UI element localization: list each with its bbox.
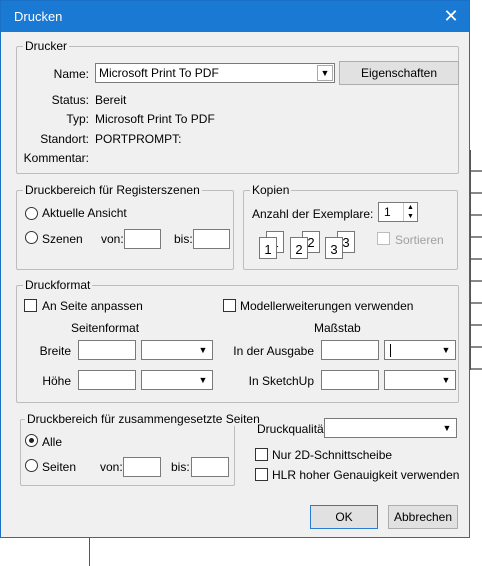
print-quality-select[interactable]: ▼ [324,418,457,438]
width-input[interactable] [78,340,136,360]
scale-heading: Maßstab [314,321,361,335]
type-label: Typ: [66,112,89,126]
close-icon[interactable]: ✕ [437,5,465,27]
dialog-title: Drucken [14,9,63,24]
chevron-down-icon: ▼ [442,423,452,433]
title-bar: Drucken ✕ [1,1,469,32]
status-label: Status: [51,93,89,107]
height-input[interactable] [78,370,136,390]
scene-range-legend: Druckbereich für Registerszenen [23,183,202,197]
location-label: Standort: [40,132,89,146]
page-1-front: 1 [259,237,277,259]
scene-from-label: von: [101,232,124,246]
width-label: Breite [39,344,71,358]
chevron-down-icon: ▼ [317,65,333,81]
tile-2d-checkbox[interactable] [255,448,268,461]
hlr-checkbox[interactable] [255,468,268,481]
all-pages-label: Alle [42,435,63,449]
collate-label: Sortieren [395,233,444,247]
copies-legend: Kopien [250,183,292,197]
scenes-radio[interactable] [25,231,38,244]
text-cursor [390,344,391,357]
chevron-down-icon: ▼ [441,345,451,355]
fit-to-page-label: An Seite anpassen [42,299,143,313]
in-output-label: In der Ausgabe [233,344,314,358]
chevron-down-icon: ▼ [198,375,208,385]
height-unit-select[interactable]: ▼ [141,370,213,390]
model-extents-checkbox[interactable] [223,299,236,312]
page-2-front: 2 [290,237,308,259]
printer-name-select[interactable]: Microsoft Print To PDF ▼ [95,63,335,83]
tile-2d-label: Nur 2D-Schnittscheibe [272,448,393,462]
page-format-heading: Seitenformat [71,321,140,335]
scene-to-label: bis: [174,232,193,246]
copies-count-spinner[interactable]: 1 ▲ ▼ [378,202,418,222]
composite-range-legend: Druckbereich für zusammengesetzte Seiten [25,412,262,426]
pages-from-input[interactable] [123,457,161,477]
comment-label: Kommentar: [23,151,89,165]
in-output-input[interactable] [321,340,379,360]
chevron-down-icon: ▼ [198,345,208,355]
pages-from-label: von: [100,460,123,474]
collate-checkbox[interactable] [377,232,390,245]
properties-button[interactable]: Eigenschaften [339,61,459,85]
location-value: PORTPROMPT: [95,132,182,146]
scenes-label: Szenen [42,232,83,246]
current-view-label: Aktuelle Ansicht [42,206,127,220]
chevron-down-icon: ▼ [441,375,451,385]
printer-legend: Drucker [23,39,70,53]
page-range-label: Seiten [42,460,77,474]
page-range-radio[interactable] [25,459,38,472]
scene-to-input[interactable] [193,229,230,249]
collate-pages-icon: 1 1 2 2 3 3 [256,229,356,261]
in-sketchup-input[interactable] [321,370,379,390]
fit-to-page-checkbox[interactable] [24,299,37,312]
in-sketchup-unit-select[interactable]: ▼ [384,370,456,390]
print-dialog: Drucken ✕ Drucker Name: Microsoft Print … [0,0,470,538]
hlr-label: HLR hoher Genauigkeit verwenden [272,468,460,482]
model-extents-label: Modellerweiterungen verwenden [240,299,414,313]
type-value: Microsoft Print To PDF [95,112,215,126]
background-drawing [470,150,482,370]
print-quality-label: Druckqualität [257,422,328,436]
width-unit-select[interactable]: ▼ [141,340,213,360]
status-value: Bereit [95,93,127,107]
height-label: Höhe [42,374,71,388]
cancel-button[interactable]: Abbrechen [388,505,458,529]
spinner-arrows-icon[interactable]: ▲ ▼ [403,203,417,221]
pages-to-label: bis: [171,460,190,474]
printer-name-value: Microsoft Print To PDF [99,66,219,80]
background-line [89,538,90,566]
pages-to-input[interactable] [191,457,229,477]
print-format-legend: Druckformat [23,278,93,292]
printer-name-label: Name: [53,67,89,81]
copies-count-label: Anzahl der Exemplare: [252,207,374,221]
page-3-front: 3 [325,237,343,259]
copies-count-value: 1 [384,205,391,219]
in-output-unit-select[interactable]: ▼ [384,340,456,360]
all-pages-radio[interactable] [25,434,38,447]
scene-from-input[interactable] [124,229,161,249]
ok-button[interactable]: OK [310,505,378,529]
current-view-radio[interactable] [25,207,38,220]
in-sketchup-label: In SketchUp [248,374,314,388]
